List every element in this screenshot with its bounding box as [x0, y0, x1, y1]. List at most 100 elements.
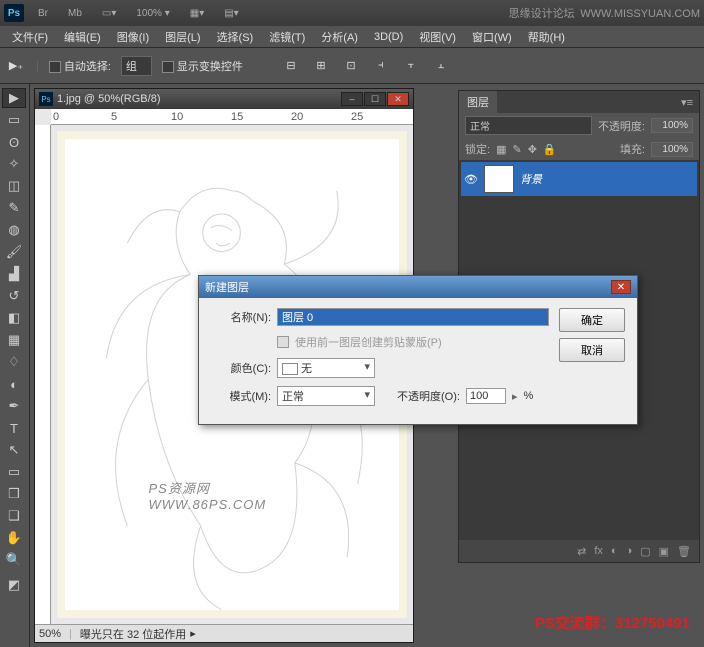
- menu-edit[interactable]: 编辑(E): [58, 27, 107, 47]
- zoom-readout[interactable]: 50%: [39, 628, 61, 640]
- stamp-tool[interactable]: ▟: [2, 264, 26, 284]
- opacity-label: 不透明度(O):: [397, 388, 460, 404]
- forum-url: WWW.MISSYUAN.COM: [580, 8, 700, 20]
- move-tool-indicator-icon: ▶₊: [6, 58, 26, 74]
- show-transform-checkbox[interactable]: 显示变换控件: [162, 58, 243, 74]
- minimize-button[interactable]: –: [341, 92, 363, 106]
- history-brush-tool[interactable]: ↺: [2, 286, 26, 306]
- blur-tool[interactable]: ♢: [2, 352, 26, 372]
- menu-filter[interactable]: 滤镜(T): [263, 27, 311, 47]
- ok-button[interactable]: 确定: [559, 308, 625, 332]
- align-icon[interactable]: ⫠: [431, 58, 451, 74]
- align-icon[interactable]: ⊞: [311, 58, 331, 74]
- align-icon[interactable]: ⫟: [401, 58, 421, 74]
- lock-pixels-icon[interactable]: ✎: [512, 143, 521, 156]
- align-icon[interactable]: ⊡: [341, 58, 361, 74]
- 3d-camera-tool[interactable]: ❑: [2, 506, 26, 526]
- forum-name: 思缘设计论坛: [509, 8, 575, 20]
- menu-analysis[interactable]: 分析(A): [315, 27, 364, 47]
- app-titlebar: Ps Br Mb ▭▾ 100% ▾ ▦▾ ▤▾ 思缘设计论坛 WWW.MISS…: [0, 0, 704, 26]
- blend-mode-select[interactable]: 正常: [465, 116, 592, 135]
- layer-name[interactable]: 背景: [520, 171, 542, 187]
- br-button[interactable]: Br: [32, 6, 54, 21]
- adjustment-icon[interactable]: ◑: [626, 545, 633, 557]
- menu-select[interactable]: 选择(S): [211, 27, 260, 47]
- 3d-tool[interactable]: ❒: [2, 484, 26, 504]
- menu-file[interactable]: 文件(F): [6, 27, 54, 47]
- crop-tool[interactable]: ◫: [2, 176, 26, 196]
- fill-value[interactable]: 100%: [651, 142, 693, 157]
- layer-row[interactable]: 👁 背景: [461, 162, 697, 196]
- vertical-ruler: [35, 125, 51, 624]
- clip-mask-label: 使用前一图层创建剪贴蒙版(P): [295, 334, 442, 350]
- dialog-title-text: 新建图层: [205, 279, 249, 295]
- visibility-icon[interactable]: 👁: [464, 172, 478, 186]
- autoselect-type-select[interactable]: 组: [121, 56, 152, 76]
- dialog-close-button[interactable]: ✕: [611, 280, 631, 294]
- new-layer-icon[interactable]: ▣: [659, 545, 669, 558]
- pen-tool[interactable]: ✒: [2, 396, 26, 416]
- wand-tool[interactable]: ✧: [2, 154, 26, 174]
- menu-layer[interactable]: 图层(L): [159, 27, 206, 47]
- marquee-tool[interactable]: ▭: [2, 110, 26, 130]
- lock-all-icon[interactable]: 🔒: [543, 143, 557, 156]
- color-swap-icon[interactable]: ◩: [2, 572, 26, 598]
- type-tool[interactable]: T: [2, 418, 26, 438]
- eyedropper-tool[interactable]: ✎: [2, 198, 26, 218]
- watermark-text: PS资源网 WWW.86PS.COM: [149, 478, 316, 512]
- menubar: 文件(F) 编辑(E) 图像(I) 图层(L) 选择(S) 滤镜(T) 分析(A…: [0, 26, 704, 48]
- cancel-button[interactable]: 取消: [559, 338, 625, 362]
- hand-tool[interactable]: ✋: [2, 528, 26, 548]
- delete-layer-icon[interactable]: 🗑: [677, 545, 691, 558]
- gradient-tool[interactable]: ▦: [2, 330, 26, 350]
- layers-tab[interactable]: 图层: [459, 91, 497, 113]
- healing-tool[interactable]: ◍: [2, 220, 26, 240]
- group-icon[interactable]: ▢: [640, 545, 650, 558]
- panel-menu-icon[interactable]: ▾≡: [675, 96, 699, 109]
- mask-icon[interactable]: ◐: [611, 545, 618, 557]
- path-tool[interactable]: ↖: [2, 440, 26, 460]
- layer-thumbnail[interactable]: [484, 165, 514, 193]
- arrange-icon[interactable]: ▤▾: [218, 6, 244, 21]
- autoselect-checkbox[interactable]: 自动选择:: [49, 58, 111, 74]
- menu-window[interactable]: 窗口(W): [466, 27, 518, 47]
- zoom-level[interactable]: 100% ▾: [130, 6, 175, 21]
- maximize-button[interactable]: ☐: [364, 92, 386, 106]
- dialog-titlebar[interactable]: 新建图层 ✕: [199, 276, 637, 298]
- lock-transparency-icon[interactable]: ▦: [496, 143, 506, 156]
- mode-select[interactable]: 正常: [277, 386, 375, 406]
- align-icon[interactable]: ⫞: [371, 58, 391, 74]
- opacity-value[interactable]: 100%: [651, 118, 693, 133]
- ps-logo-icon: Ps: [4, 4, 24, 22]
- fx-icon[interactable]: fx: [594, 545, 603, 557]
- zoom-tool[interactable]: 🔍: [2, 550, 26, 570]
- view-extras-icon[interactable]: ▦▾: [184, 6, 210, 21]
- menu-help[interactable]: 帮助(H): [522, 27, 571, 47]
- screenmode-icon[interactable]: ▭▾: [96, 6, 122, 21]
- opacity-spin-icon[interactable]: ▸: [512, 390, 518, 403]
- close-button[interactable]: ✕: [387, 92, 409, 106]
- name-label: 名称(N):: [211, 309, 271, 325]
- lock-label: 锁定:: [465, 141, 490, 157]
- opacity-label: 不透明度:: [598, 118, 645, 134]
- align-icon[interactable]: ⊟: [281, 58, 301, 74]
- new-layer-dialog: 新建图层 ✕ 名称(N): 使用前一图层创建剪贴蒙版(P) 颜色(C): 无 模…: [198, 275, 638, 425]
- lasso-tool[interactable]: ʘ: [2, 132, 26, 152]
- menu-view[interactable]: 视图(V): [413, 27, 462, 47]
- shape-tool[interactable]: ▭: [2, 462, 26, 482]
- mb-button[interactable]: Mb: [62, 6, 88, 21]
- menu-3d[interactable]: 3D(D): [368, 29, 409, 45]
- eraser-tool[interactable]: ◧: [2, 308, 26, 328]
- lock-position-icon[interactable]: ✥: [528, 143, 537, 156]
- menu-image[interactable]: 图像(I): [111, 27, 155, 47]
- layer-name-input[interactable]: [277, 308, 549, 326]
- options-bar: ▶₊ | 自动选择: 组 显示变换控件 ⊟ ⊞ ⊡ ⫞ ⫟ ⫠: [0, 48, 704, 84]
- opacity-input[interactable]: 100: [466, 388, 506, 404]
- move-tool[interactable]: ▶: [2, 88, 26, 108]
- document-titlebar[interactable]: Ps 1.jpg @ 50%(RGB/8) – ☐ ✕: [35, 89, 413, 109]
- layers-footer: ⇄ fx ◐ ◑ ▢ ▣ 🗑: [459, 540, 699, 562]
- dodge-tool[interactable]: ◐: [2, 374, 26, 394]
- brush-tool[interactable]: 🖌: [2, 242, 26, 262]
- color-select[interactable]: 无: [277, 358, 375, 378]
- link-layers-icon[interactable]: ⇄: [577, 545, 586, 558]
